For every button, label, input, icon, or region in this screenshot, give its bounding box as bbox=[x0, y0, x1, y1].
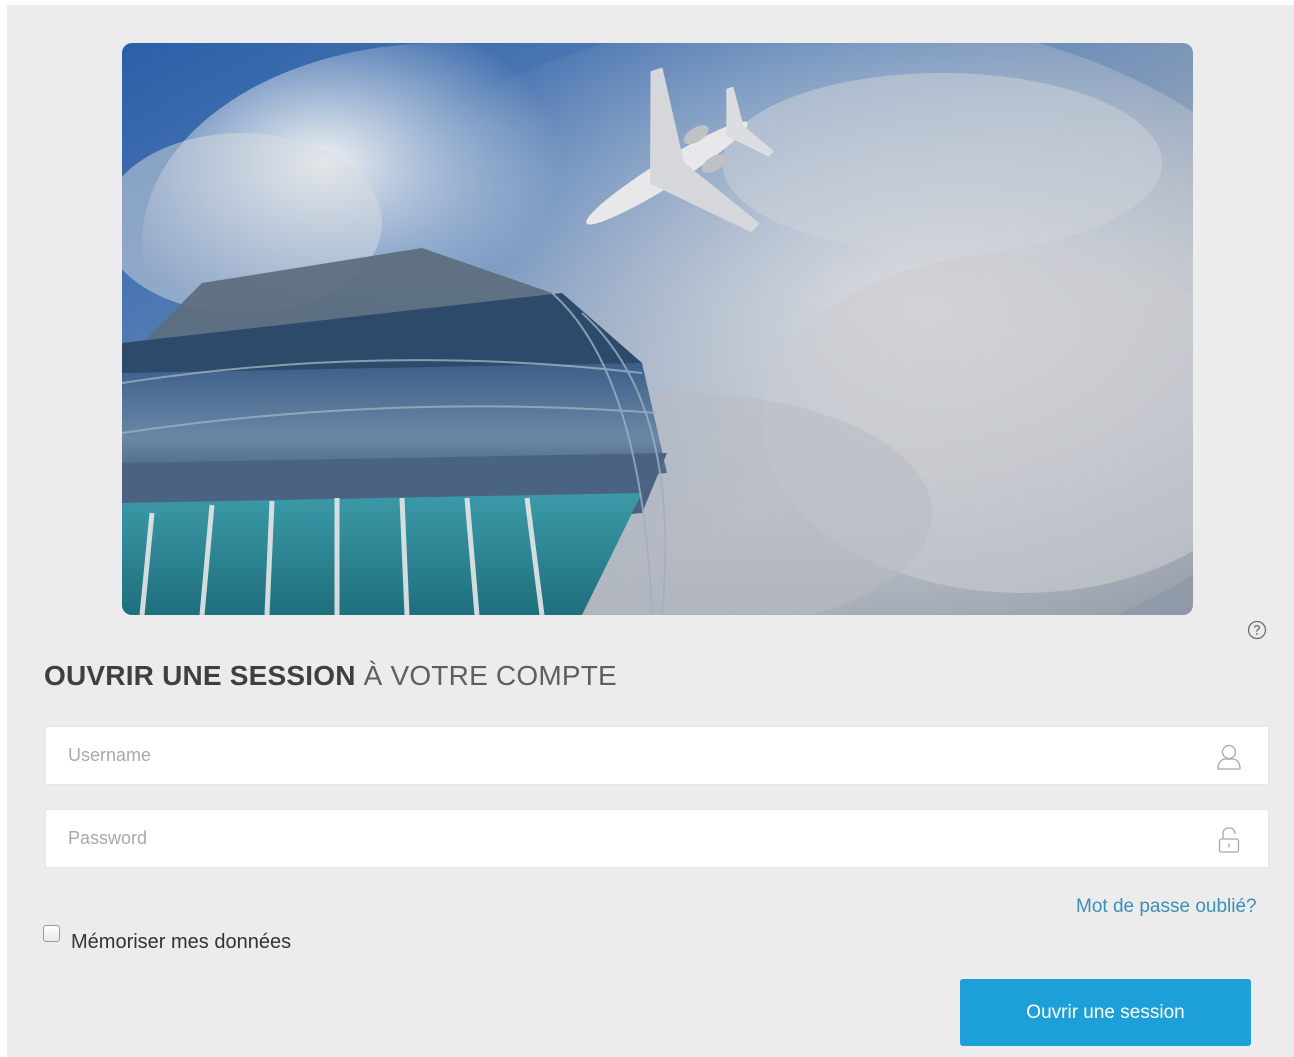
login-panel: OUVRIR UNE SESSION À VOTRE COMPTE Mot de… bbox=[7, 5, 1294, 1057]
lock-icon bbox=[1218, 827, 1240, 853]
remember-me[interactable]: Mémoriser mes données bbox=[43, 919, 291, 954]
username-field bbox=[45, 726, 1269, 785]
password-field bbox=[45, 809, 1269, 868]
user-icon bbox=[1217, 744, 1241, 770]
hero-control-tower-airplane-illustration bbox=[122, 43, 1193, 615]
hero-image bbox=[122, 43, 1193, 615]
login-title: OUVRIR UNE SESSION À VOTRE COMPTE bbox=[44, 660, 617, 692]
remember-me-label: Mémoriser mes données bbox=[71, 931, 292, 953]
title-light: À VOTRE COMPTE bbox=[363, 660, 617, 691]
forgot-password-link[interactable]: Mot de passe oublié? bbox=[1076, 896, 1257, 918]
title-strong: OUVRIR UNE SESSION bbox=[44, 660, 356, 691]
help-circle-icon[interactable] bbox=[1247, 620, 1267, 640]
login-button[interactable]: Ouvrir une session bbox=[960, 979, 1251, 1046]
username-input[interactable] bbox=[46, 727, 1268, 784]
remember-me-checkbox[interactable] bbox=[43, 925, 60, 942]
password-input[interactable] bbox=[46, 810, 1268, 867]
